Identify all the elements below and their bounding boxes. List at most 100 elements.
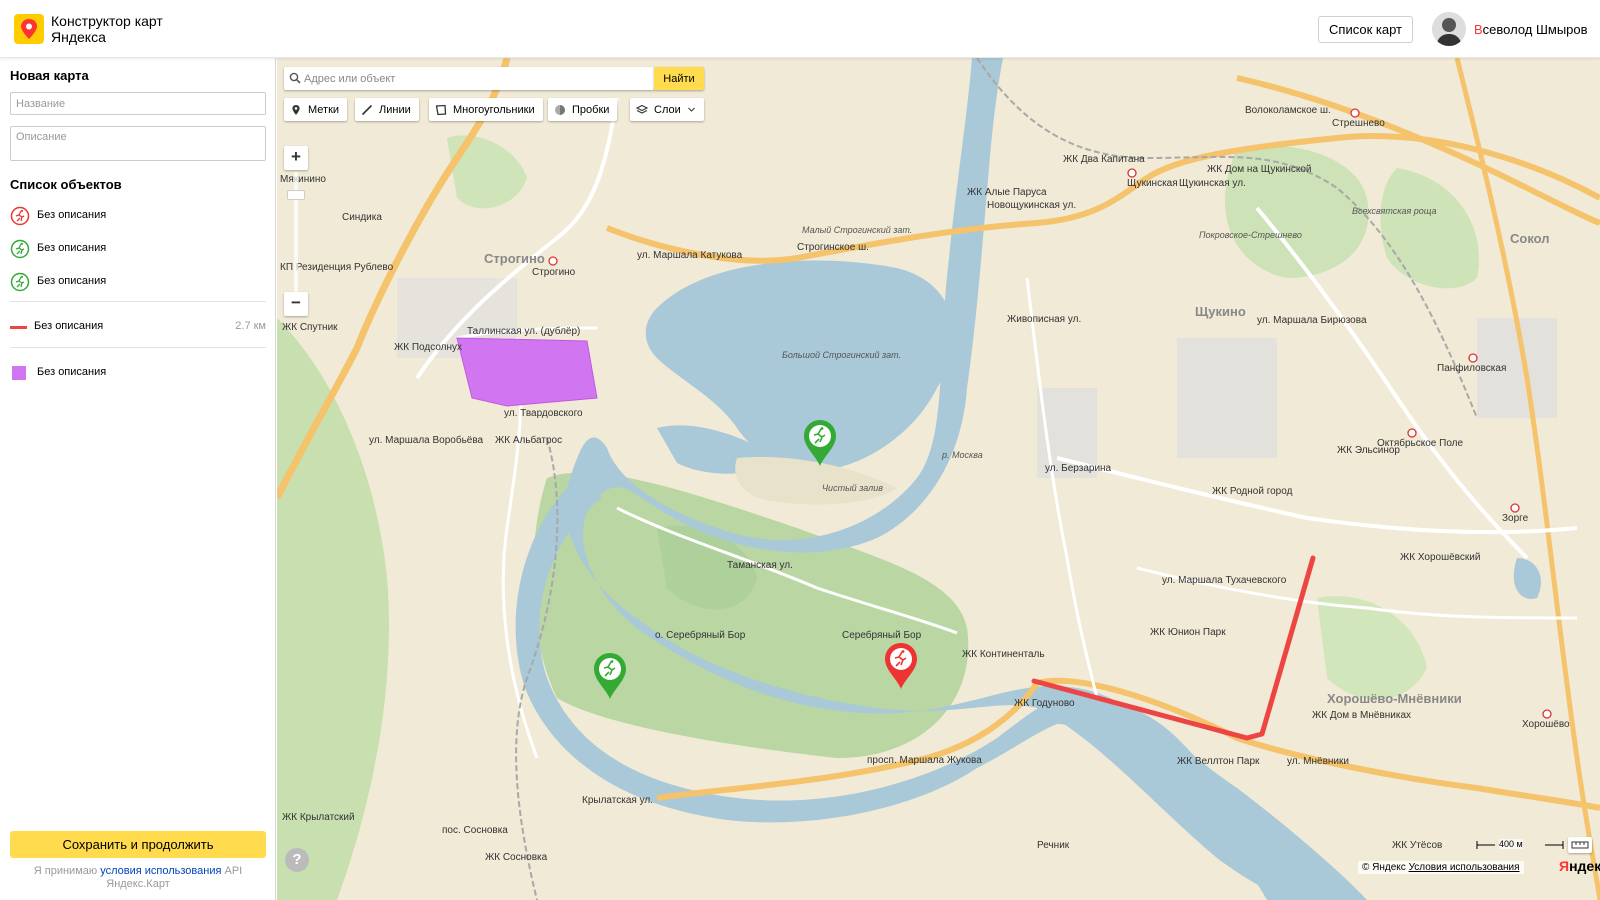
map-label-continental: ЖК Континенталь	[962, 649, 1045, 660]
yandex-logo-y: Я	[1559, 858, 1570, 874]
map-label-volokolamskoe: Волоколамское ш.	[1245, 105, 1331, 116]
map-label-maly-zaton: Малый Строгинский зат.	[802, 225, 912, 235]
metro-icon	[1350, 108, 1360, 118]
map-label-pokrovskoe: Покровское-Стрешнево	[1199, 230, 1302, 240]
map-label-shchukino: Щукино	[1195, 304, 1246, 319]
avatar[interactable]	[1432, 12, 1466, 46]
line-icon	[10, 326, 27, 329]
traffic-icon	[555, 104, 565, 115]
object-item-placemark-green[interactable]: Без описания	[10, 270, 266, 292]
object-item-polygon[interactable]: Без описания	[10, 361, 266, 383]
map-description-input[interactable]	[10, 126, 266, 161]
yandex-logo[interactable]: Яндекс	[1559, 858, 1600, 874]
terms-link[interactable]: условия использования	[100, 865, 221, 877]
map-label-tamanskaya: Таманская ул.	[727, 560, 793, 571]
metro-icon	[1542, 709, 1552, 719]
object-item-placemark-green[interactable]: Без описания	[10, 237, 266, 259]
metro-icon	[1510, 503, 1520, 513]
map-label-katukova: ул. Маршала Катукова	[637, 250, 743, 261]
tool-label: Пробки	[572, 103, 610, 116]
sidebar-title: Новая карта	[10, 68, 89, 83]
map-label-zhukova: просп. Маршала Жукова	[867, 755, 982, 766]
map-search-box	[284, 67, 654, 90]
map-label-vellton: ЖК Веллтон Парк	[1177, 756, 1260, 767]
brand-title[interactable]: Конструктор карт Яндекса	[51, 13, 163, 45]
tool-placemarks[interactable]: Метки	[284, 98, 348, 121]
tool-label: Линии	[379, 103, 411, 116]
object-item-placemark-red[interactable]: Без описания	[10, 204, 266, 226]
map-label-dom-shchukino: ЖК Дом на Щукинской	[1207, 164, 1312, 175]
zoom-in-button[interactable]: +	[284, 146, 308, 170]
map-label-rechnik: Речник	[1037, 840, 1070, 851]
map-label-alye-parusa: ЖК Алые Паруса	[967, 187, 1047, 198]
placemark-icon	[292, 104, 300, 115]
metro-icon	[1127, 168, 1137, 178]
metro-icon	[1407, 428, 1417, 438]
brand-line-1: Конструктор карт	[51, 13, 163, 29]
zoom-control: + −	[284, 146, 308, 316]
tool-lines[interactable]: Линии	[355, 98, 419, 121]
copyright-terms-link[interactable]: Условия использования	[1409, 862, 1520, 873]
runner-placemark-icon	[10, 206, 30, 226]
tool-traffic[interactable]: Пробки	[548, 98, 618, 121]
object-label: Без описания	[37, 209, 107, 221]
map-list-button[interactable]: Список карт	[1318, 16, 1413, 43]
tool-layers[interactable]: Слои	[630, 98, 704, 121]
zoom-slider-handle[interactable]	[287, 190, 305, 200]
map-label-shchukinskaya: Щукинская	[1127, 178, 1178, 189]
brand-line-2: Яндекса	[51, 29, 106, 45]
runner-placemark-icon	[10, 239, 30, 259]
map-label-vsekhsvyatskaya: Всехсвятская роща	[1352, 206, 1437, 216]
user-polygon[interactable]	[456, 337, 598, 407]
map-label-streshnevo: Стрешнево	[1332, 118, 1385, 129]
ruler-button[interactable]	[1568, 837, 1592, 853]
object-item-line[interactable]: Без описания 2.7 км	[10, 315, 266, 337]
map-canvas[interactable]: Строгино Строгино Щукино Хорошёво-Мнёвни…	[277, 58, 1600, 900]
map-base-layer[interactable]: Строгино Строгино Щукино Хорошёво-Мнёвни…	[277, 58, 1600, 900]
object-label: Без описания	[37, 275, 107, 287]
polygon-tool-icon	[435, 104, 447, 115]
objects-list-title: Список объектов	[10, 177, 122, 192]
map-label-podsolnukh: ЖК Подсолнух	[394, 342, 462, 353]
divider	[10, 301, 266, 302]
tool-label: Метки	[308, 103, 340, 116]
line-distance: 2.7 км	[235, 320, 266, 332]
save-and-continue-button[interactable]: Сохранить и продолжить	[10, 831, 266, 858]
map-label-shchukinskaya-ul: Щукинская ул.	[1179, 178, 1246, 189]
yandex-maps-logo-icon[interactable]	[14, 14, 44, 44]
copyright: © Яндекс Условия использования	[1358, 861, 1524, 874]
map-label-stroginskoe: Строгинское ш.	[797, 242, 869, 253]
ruler-icon	[1571, 841, 1589, 849]
map-label-moskva-river: р. Москва	[941, 450, 983, 460]
map-label-elsinor: ЖК Эльсинор	[1337, 445, 1400, 456]
polygon-icon	[12, 366, 26, 380]
help-button[interactable]: ?	[285, 848, 309, 872]
map-label-krylatsky: ЖК Крылатский	[282, 812, 355, 823]
map-label-zhivopisnaya: Живописная ул.	[1007, 314, 1081, 325]
user-name-rest: севолод Шмыров	[1482, 22, 1588, 37]
map-label-tvardovskogo: ул. Твардовского	[504, 408, 583, 419]
map-label-chisty-zaliv: Чистый залив	[822, 483, 883, 493]
zoom-out-button[interactable]: −	[284, 292, 308, 316]
map-name-input[interactable]	[10, 92, 266, 115]
tool-polygons[interactable]: Многоугольники	[429, 98, 543, 121]
metro-icon	[548, 256, 558, 266]
tool-label: Многоугольники	[453, 103, 535, 116]
map-label-bolshoy-zaton: Большой Строгинский зат.	[782, 350, 901, 360]
user-name[interactable]: Всеволод Шмыров	[1474, 22, 1588, 37]
object-label: Без описания	[37, 242, 107, 254]
copyright-prefix: © Яндекс	[1362, 862, 1409, 873]
map-label-tallinskaya: Таллинская ул. (дублёр)	[467, 325, 580, 337]
sidebar: Новая карта Список объектов Без описания…	[0, 58, 276, 900]
map-label-serebryany-bor: о. Серебряный Бор	[655, 629, 746, 641]
object-label: Без описания	[34, 320, 104, 332]
user-photo-icon	[1432, 12, 1466, 46]
line-tool-icon	[361, 104, 373, 115]
find-button[interactable]: Найти	[654, 67, 704, 90]
map-label-kapitana: ЖК Два Капитана	[1063, 154, 1145, 165]
app-header: Конструктор карт Яндекса Список карт Все…	[0, 0, 1600, 58]
chevron-down-icon	[687, 107, 695, 112]
map-label-tukhachevskogo: ул. Маршала Тухачевского	[1162, 575, 1287, 586]
map-label-krylatskaya: Крылатская ул.	[582, 795, 653, 806]
map-search-input[interactable]	[304, 69, 649, 88]
